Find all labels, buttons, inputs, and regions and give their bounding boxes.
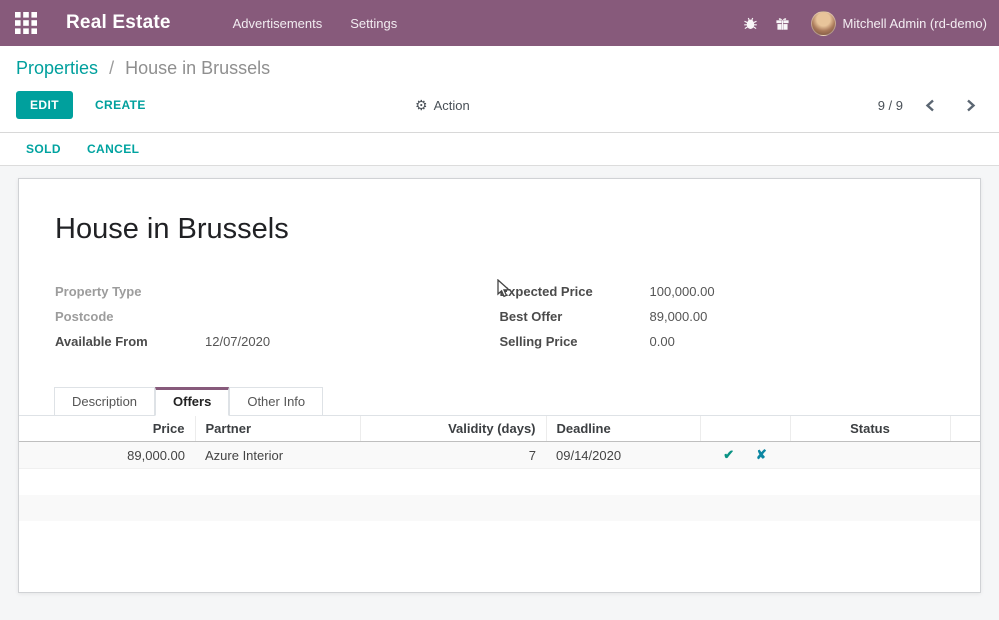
pager-count: 9 / 9: [878, 98, 903, 113]
top-navbar: Real Estate Advertisements Settings: [0, 0, 999, 46]
field-property-type: Property Type: [55, 282, 500, 301]
breadcrumb-current: House in Brussels: [125, 58, 270, 78]
apps-grid-icon[interactable]: [14, 11, 38, 35]
create-button[interactable]: CREATE: [91, 91, 150, 119]
selling-price-label: Selling Price: [500, 332, 650, 351]
field-group-right: Expected Price 100,000.00 Best Offer 89,…: [500, 282, 945, 357]
price-column-header[interactable]: Price: [19, 416, 195, 442]
pager-next-icon[interactable]: [957, 93, 983, 117]
property-type-label: Property Type: [55, 282, 205, 301]
field-groups: Property Type Postcode Available From 12…: [55, 282, 944, 357]
bug-icon[interactable]: [735, 7, 767, 39]
menu-settings[interactable]: Settings: [340, 10, 407, 37]
offers-header-row: Price Partner Validity (days) Deadline S…: [19, 416, 980, 442]
cancel-button[interactable]: CANCEL: [87, 142, 139, 156]
field-group-left: Property Type Postcode Available From 12…: [55, 282, 500, 357]
offer-validity[interactable]: 7: [360, 442, 546, 469]
field-selling-price: Selling Price 0.00: [500, 332, 945, 351]
action-menu-button[interactable]: ⚙ Action: [415, 97, 470, 114]
user-menu[interactable]: Mitchell Admin (rd-demo): [843, 16, 988, 31]
form-sheet: House in Brussels Property Type Postcode…: [18, 178, 981, 593]
user-avatar[interactable]: [811, 11, 836, 36]
offer-price[interactable]: 89,000.00: [19, 442, 195, 469]
tab-bar: Description Offers Other Info: [19, 387, 980, 416]
breadcrumb: Properties / House in Brussels: [16, 58, 983, 79]
pager-previous-icon[interactable]: [917, 93, 943, 117]
best-offer-value[interactable]: 89,000.00: [650, 307, 708, 326]
offer-actions: ✔ ✘: [700, 442, 790, 469]
available-from-label: Available From: [55, 332, 205, 351]
breadcrumb-properties[interactable]: Properties: [16, 58, 98, 78]
form-view: House in Brussels Property Type Postcode…: [0, 166, 999, 620]
offer-partner[interactable]: Azure Interior: [195, 442, 360, 469]
empty-row: [19, 495, 980, 521]
accept-offer-icon[interactable]: ✔: [723, 447, 734, 462]
offer-deadline[interactable]: 09/14/2020: [546, 442, 700, 469]
control-panel: Properties / House in Brussels EDIT CREA…: [0, 46, 999, 133]
sold-button[interactable]: SOLD: [26, 142, 61, 156]
tab-offers[interactable]: Offers: [155, 387, 229, 416]
breadcrumb-separator: /: [109, 58, 114, 78]
selling-price-value[interactable]: 0.00: [650, 332, 675, 351]
tab-other-info[interactable]: Other Info: [229, 387, 323, 416]
expected-price-label: Expected Price: [500, 282, 650, 301]
offer-status: [790, 442, 950, 469]
controls-row: EDIT CREATE ⚙ Action 9 / 9: [16, 90, 983, 120]
gear-icon: ⚙: [415, 97, 428, 114]
navbar-right: Mitchell Admin (rd-demo): [735, 7, 988, 39]
tab-description[interactable]: Description: [54, 387, 155, 416]
app-title[interactable]: Real Estate: [66, 12, 171, 34]
action-menu-label: Action: [434, 98, 470, 113]
field-postcode: Postcode: [55, 307, 500, 326]
navbar-menus: Advertisements Settings: [223, 10, 408, 37]
notebook: Description Offers Other Info Price Part…: [19, 387, 980, 521]
empty-row: [19, 469, 980, 495]
record-title: House in Brussels: [55, 213, 944, 246]
offer-spare-cell: [950, 442, 980, 469]
apps-grid-glyph: [15, 12, 37, 34]
actions-column-header: [700, 416, 790, 442]
form-statusbar: SOLD CANCEL: [0, 133, 999, 166]
partner-column-header[interactable]: Partner: [195, 416, 360, 442]
deadline-column-header[interactable]: Deadline: [546, 416, 700, 442]
status-column-header[interactable]: Status: [790, 416, 950, 442]
field-available-from: Available From 12/07/2020: [55, 332, 500, 351]
postcode-label: Postcode: [55, 307, 205, 326]
available-from-value[interactable]: 12/07/2020: [205, 332, 270, 351]
spare-column-header: [950, 416, 980, 442]
field-expected-price: Expected Price 100,000.00: [500, 282, 945, 301]
refuse-offer-icon[interactable]: ✘: [756, 447, 767, 462]
field-best-offer: Best Offer 89,000.00: [500, 307, 945, 326]
edit-button[interactable]: EDIT: [16, 91, 73, 119]
gift-icon[interactable]: [767, 7, 799, 39]
pager: 9 / 9: [878, 93, 983, 117]
validity-column-header[interactable]: Validity (days): [360, 416, 546, 442]
offers-table: Price Partner Validity (days) Deadline S…: [19, 416, 980, 521]
menu-advertisements[interactable]: Advertisements: [223, 10, 333, 37]
best-offer-label: Best Offer: [500, 307, 650, 326]
expected-price-value[interactable]: 100,000.00: [650, 282, 715, 301]
offer-row[interactable]: 89,000.00 Azure Interior 7 09/14/2020 ✔ …: [19, 442, 980, 469]
